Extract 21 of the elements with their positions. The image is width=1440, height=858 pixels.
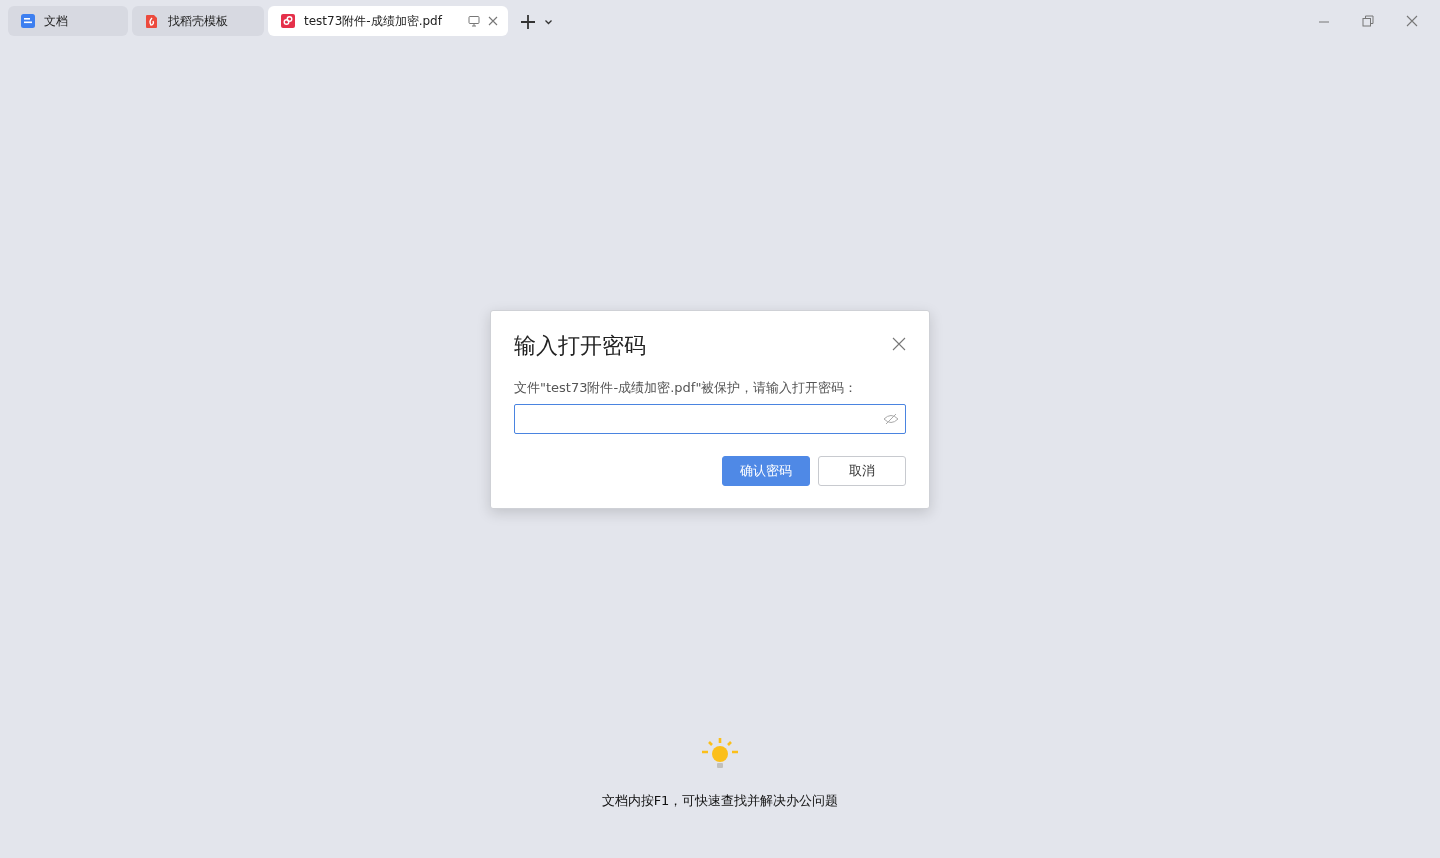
add-tab-icon[interactable] bbox=[520, 14, 536, 30]
monitor-icon[interactable] bbox=[468, 15, 480, 27]
restore-icon[interactable] bbox=[1361, 14, 1375, 28]
pdf-icon bbox=[280, 13, 296, 29]
dialog-message: 文件"test73附件-成绩加密.pdf"被保护，请输入打开密码： bbox=[514, 379, 859, 397]
tab[interactable]: test73附件-成绩加密.pdf bbox=[268, 6, 508, 36]
document-icon bbox=[20, 13, 36, 29]
tab[interactable]: 找稻壳模板 bbox=[132, 6, 264, 36]
tab-label: 文档 bbox=[44, 13, 69, 30]
close-icon[interactable] bbox=[892, 337, 906, 351]
tab[interactable]: 文档 bbox=[8, 6, 128, 36]
tab-label: test73附件-成绩加密.pdf bbox=[304, 13, 444, 30]
dialog-title: 输入打开密码 bbox=[514, 332, 646, 360]
close-icon[interactable] bbox=[488, 16, 498, 26]
hidden-eye-icon[interactable] bbox=[883, 412, 899, 425]
flame-icon bbox=[144, 13, 160, 29]
close-icon[interactable] bbox=[1405, 14, 1419, 28]
cancel-button[interactable]: 取消 bbox=[818, 455, 906, 486]
tip-text: 文档内按F1，可快速查找并解决办公问题 bbox=[601, 791, 839, 810]
tab-label: 找稻壳模板 bbox=[168, 13, 229, 30]
password-field[interactable] bbox=[514, 403, 906, 434]
